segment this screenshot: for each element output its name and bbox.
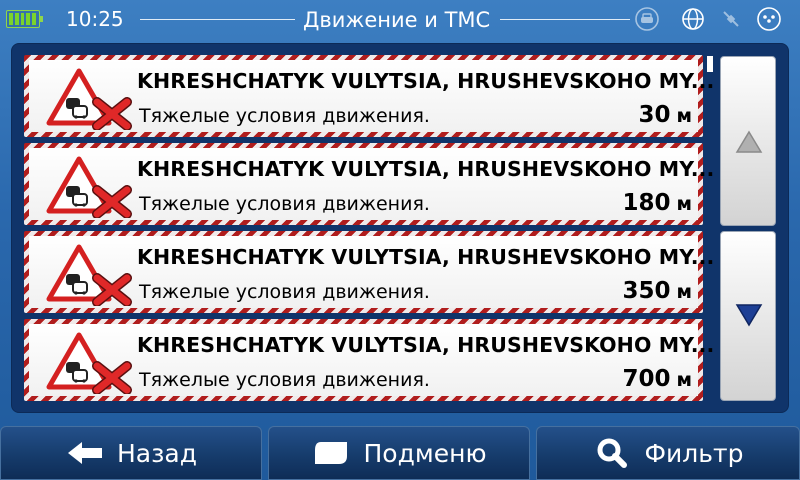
street-name: KHRESHCHATYK VULYTSIA, HRUSHEVSKOHO MY..… <box>137 69 715 93</box>
street-name: KHRESHCHATYK VULYTSIA, HRUSHEVSKOHO MY..… <box>137 333 715 357</box>
distance-value: 350 <box>622 278 671 304</box>
distance: 30 м <box>638 102 692 128</box>
satellite-icon[interactable] <box>718 6 744 32</box>
traffic-jam-warning-icon <box>45 156 133 219</box>
distance: 700 м <box>622 366 692 392</box>
submenu-button-label: Подменю <box>363 438 487 468</box>
distance-unit: м <box>676 281 692 303</box>
event-description: Тяжелые условия движения. <box>139 193 430 215</box>
globe-icon[interactable] <box>680 6 706 32</box>
scroll-down-button[interactable] <box>720 231 776 401</box>
page-title: Движение и ТМС <box>303 8 491 32</box>
filter-button[interactable]: Фильтр <box>536 426 800 480</box>
distance-value: 180 <box>622 190 671 216</box>
scroll-position-indicator <box>707 56 713 72</box>
magnifier-icon <box>597 438 627 468</box>
list-item[interactable]: KHRESHCHATYK VULYTSIA, HRUSHEVSKOHO MY..… <box>24 231 714 313</box>
event-description: Тяжелые условия движения. <box>139 105 430 127</box>
title-divider-right <box>500 19 630 20</box>
submenu-button[interactable]: Подменю <box>268 426 530 480</box>
event-description: Тяжелые условия движения. <box>139 369 430 391</box>
triangle-up-icon <box>735 130 763 153</box>
distance: 180 м <box>622 190 692 216</box>
list-item[interactable]: KHRESHCHATYK VULYTSIA, HRUSHEVSKOHO MY..… <box>24 55 714 137</box>
distance-unit: м <box>676 193 692 215</box>
list-item[interactable]: KHRESHCHATYK VULYTSIA, HRUSHEVSKOHO MY..… <box>24 319 714 401</box>
back-button-label: Назад <box>116 438 198 468</box>
scroll-up-button[interactable] <box>720 56 776 226</box>
distance-unit: м <box>676 369 692 391</box>
filter-button-label: Фильтр <box>644 438 744 468</box>
distance-value: 30 <box>638 102 671 128</box>
clock: 10:25 <box>66 7 124 31</box>
distance-value: 700 <box>622 366 671 392</box>
traffic-jam-warning-icon <box>45 244 133 307</box>
status-bar: 10:25 Движение и ТМС <box>0 0 800 38</box>
distance-unit: м <box>676 105 692 127</box>
street-name: KHRESHCHATYK VULYTSIA, HRUSHEVSKOHO MY..… <box>137 157 715 181</box>
traffic-jam-warning-icon <box>45 332 133 395</box>
arrow-left-icon <box>67 442 102 464</box>
traffic-jam-warning-icon <box>45 68 133 131</box>
submenu-icon <box>315 442 348 464</box>
traffic-car-icon[interactable] <box>634 6 660 32</box>
triangle-down-icon <box>735 304 763 327</box>
list-item[interactable]: KHRESHCHATYK VULYTSIA, HRUSHEVSKOHO MY..… <box>24 143 714 225</box>
event-description: Тяжелые условия движения. <box>139 281 430 303</box>
back-button[interactable]: Назад <box>0 426 262 480</box>
menu-dots-icon[interactable] <box>756 6 782 32</box>
title-divider-left <box>140 19 295 20</box>
street-name: KHRESHCHATYK VULYTSIA, HRUSHEVSKOHO MY..… <box>137 245 715 269</box>
distance: 350 м <box>622 278 692 304</box>
battery-icon <box>6 10 43 28</box>
